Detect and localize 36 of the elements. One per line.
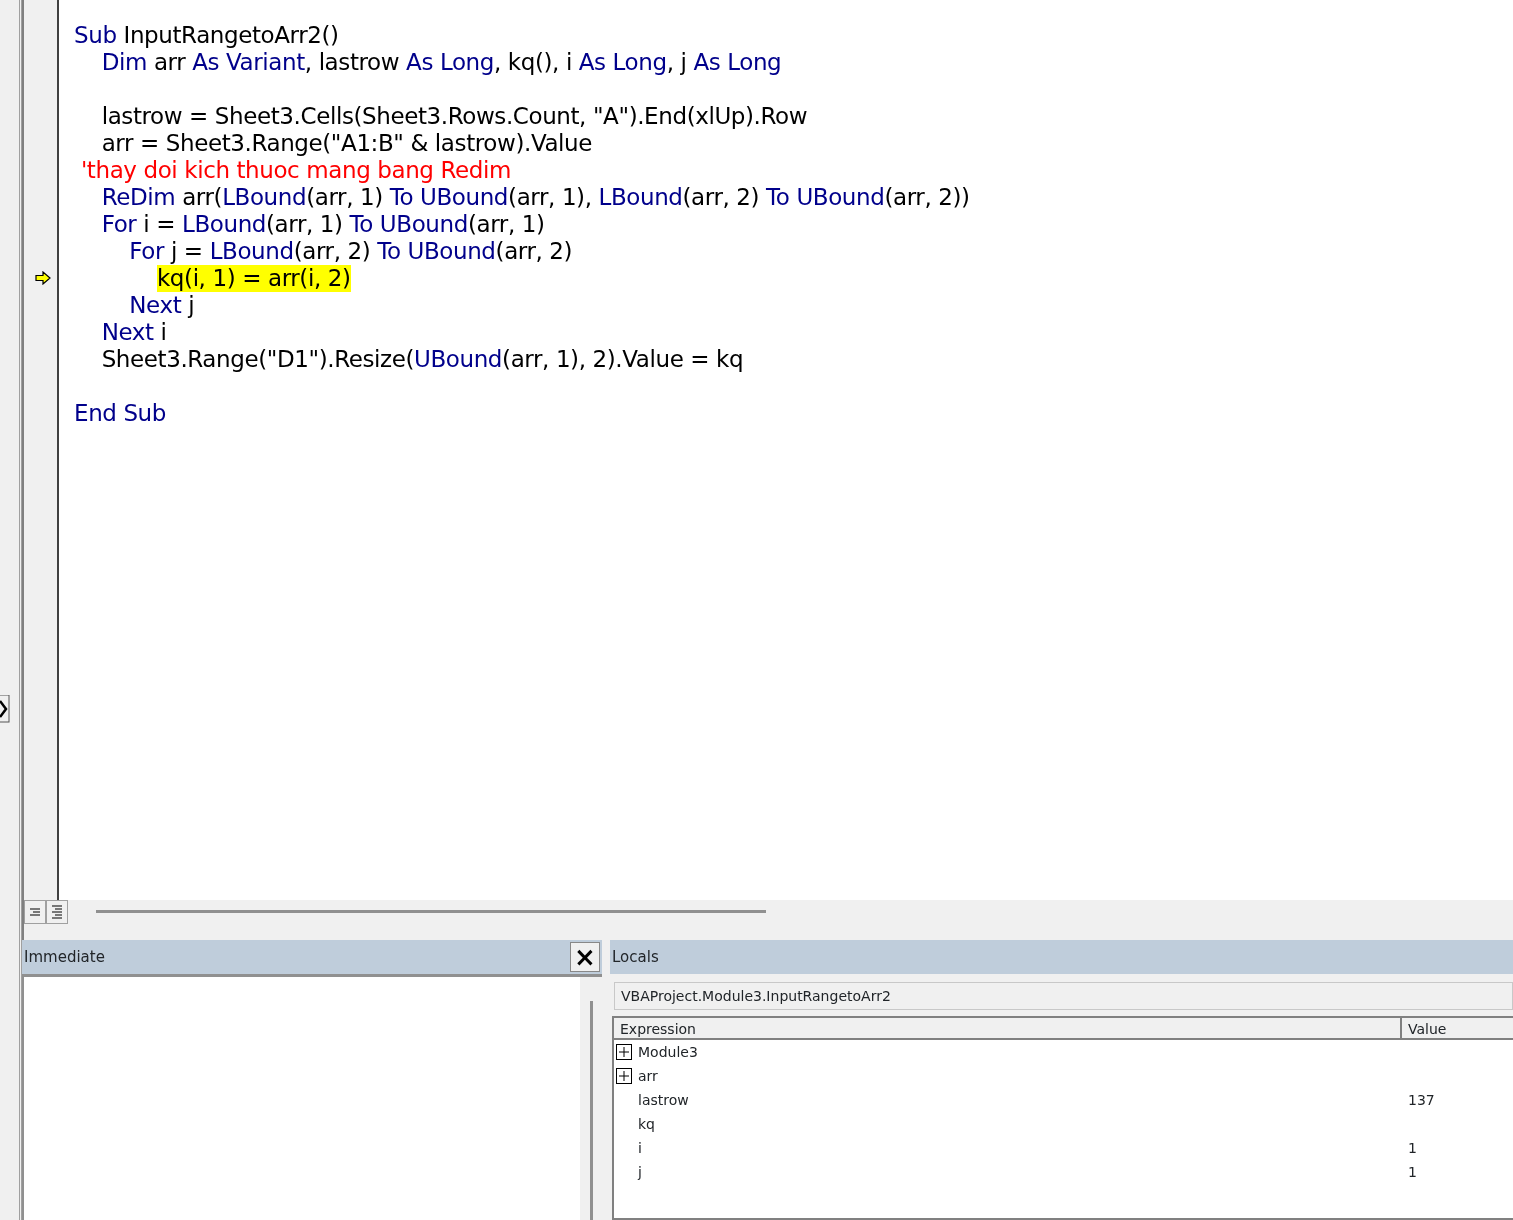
variable-name: Module3 [638, 1042, 698, 1062]
variable-name: i [638, 1138, 642, 1158]
pane-title: Locals [612, 946, 659, 968]
column-header[interactable]: Value [1402, 1018, 1447, 1038]
code-line: Next j [129, 292, 195, 319]
code-line: For j = LBound(arr, 2) To UBound(arr, 2) [129, 238, 573, 265]
close-button[interactable]: × [570, 942, 600, 972]
code-line: Next i [101, 319, 167, 346]
column-header[interactable]: Expression [614, 1018, 1402, 1038]
variable-value: 1 [1407, 1138, 1417, 1158]
variable-name: kq [638, 1114, 655, 1134]
variable-value: 1 [1407, 1162, 1417, 1182]
variable-value: 137 [1407, 1090, 1435, 1110]
variable-name: lastrow [638, 1090, 689, 1110]
pane-title: Immediate [24, 946, 105, 968]
code-line: For i = LBound(arr, 1) To UBound(arr, 1) [101, 211, 545, 238]
variable-name: j [638, 1162, 642, 1182]
code-comment: 'thay doi kich thuoc mang bang Redim [80, 157, 511, 184]
lines-icon [28, 906, 42, 918]
procedure-view-button[interactable] [24, 900, 46, 924]
lines-icon [50, 904, 64, 920]
code-line: Sub InputRangetoArr2() [74, 22, 339, 49]
code-line: Sheet3.Range("D1").Resize(UBound(arr, 1), 2).Value = kq [101, 346, 744, 373]
immediate-text-area[interactable] [22, 974, 602, 1220]
vertical-scrollbar[interactable] [580, 977, 602, 1220]
expand-icon[interactable] [616, 1068, 632, 1084]
code-line: ReDim arr(LBound(arr, 1) To UBound(arr, 1), LBound(arr, 2) To UBound(arr, 2)) [101, 184, 970, 211]
full-module-view-button[interactable] [46, 900, 68, 924]
code-line: Dim arr As Variant, lastrow As Long, kq(), i As Long, j As Long [101, 49, 782, 76]
code-line: lastrow = Sheet3.Cells(Sheet3.Rows.Count, "A").End(xlUp).Row [101, 103, 808, 130]
code-line: End Sub [74, 400, 166, 427]
horizontal-scrollbar[interactable] [96, 910, 766, 913]
variable-name: arr [638, 1066, 658, 1086]
context-field[interactable]: VBAProject.Module3.InputRangetoArr2 [614, 982, 1513, 1010]
code-line: arr = Sheet3.Range("A1:B" & lastrow).Value [101, 130, 593, 157]
expand-icon[interactable] [616, 1044, 632, 1060]
